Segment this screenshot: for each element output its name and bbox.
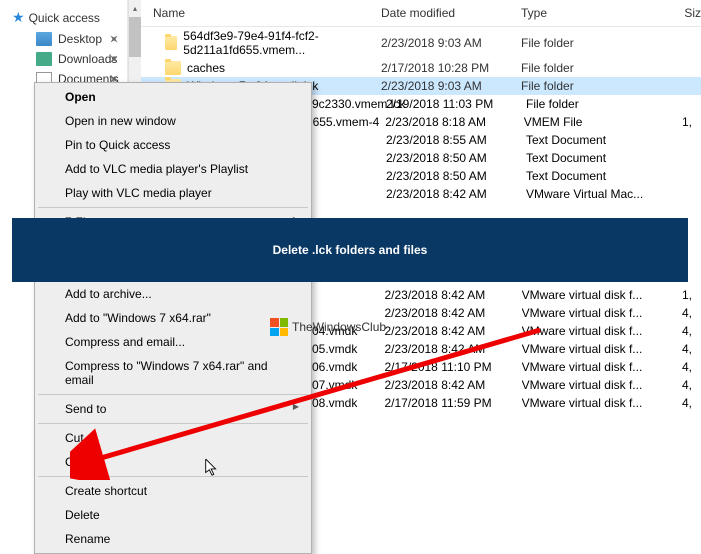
file-date: 2/23/2018 8:42 AM (386, 187, 526, 201)
menu-play-vlc[interactable]: Play with VLC media player (37, 181, 309, 205)
menu-add-vlc-playlist[interactable]: Add to VLC media player's Playlist (37, 157, 309, 181)
file-date: 2/23/2018 8:55 AM (386, 133, 526, 147)
desktop-icon (36, 32, 52, 46)
file-name: 05.vmdk (312, 342, 384, 356)
star-icon: ★ (12, 9, 25, 26)
file-type: VMware Virtual Mac... (526, 187, 676, 201)
menu-open-new-window[interactable]: Open in new window (37, 109, 309, 133)
menu-pin-quick-access[interactable]: Pin to Quick access (37, 133, 309, 157)
scroll-up-icon[interactable]: ▴ (129, 0, 141, 16)
file-size: 1, (668, 288, 692, 302)
file-size: 4, (668, 360, 692, 374)
annotation-banner: Delete .lck folders and files (12, 218, 688, 282)
file-type: Text Document (526, 133, 676, 147)
file-date: 2/17/2018 11:59 PM (384, 396, 521, 410)
file-date: 2/19/2018 11:03 PM (386, 97, 526, 111)
column-headers: Name Date modified Type Siz (141, 0, 701, 27)
file-name-partial: 4-fcf2-5d211a1fd655.vmem (312, 115, 385, 129)
file-type: File folder (521, 61, 661, 75)
menu-send-to[interactable]: Send to (37, 397, 309, 421)
menu-add-archive[interactable]: Add to archive... (37, 282, 309, 306)
file-date: 2/23/2018 8:18 AM (385, 115, 524, 129)
sidebar-label: Downloads (58, 52, 117, 66)
file-date: 2/23/2018 9:03 AM (381, 79, 521, 93)
file-date: 2/23/2018 8:42 AM (384, 324, 521, 338)
file-type: Text Document (526, 169, 676, 183)
file-type: VMEM File (524, 115, 672, 129)
scroll-thumb[interactable] (129, 17, 141, 57)
banner-text: Delete .lck folders and files (273, 243, 428, 257)
file-size: 4, (668, 324, 692, 338)
file-type: File folder (526, 97, 676, 111)
file-type: VMware virtual disk f... (522, 378, 669, 392)
file-name: 564df3e9-79e4-91f4-fcf2-5d211a1fd655.vme… (183, 29, 381, 57)
file-row[interactable]: 564df3e9-79e4-91f4-fcf2-5d211a1fd655.vme… (141, 27, 701, 59)
file-date: 2/17/2018 10:28 PM (381, 61, 521, 75)
sidebar-item-downloads[interactable]: Downloads (0, 49, 127, 69)
file-date: 2/23/2018 8:42 AM (384, 288, 521, 302)
partial-rows-lower: 2/23/2018 8:42 AMVMware virtual disk f..… (312, 286, 692, 412)
menu-copy[interactable]: Copy (37, 450, 309, 474)
header-name[interactable]: Name (141, 6, 381, 20)
watermark-text: TheWindowsClub (292, 320, 386, 334)
file-date: 2/17/2018 11:10 PM (384, 360, 521, 374)
quick-access[interactable]: ★ Quick access (0, 6, 127, 29)
folder-icon (165, 61, 181, 75)
file-date: 2/23/2018 8:50 AM (386, 151, 526, 165)
download-icon (36, 52, 52, 66)
partial-rows-upper: 9c2330.vmem.lck 2/19/2018 11:03 PM File … (312, 95, 692, 203)
menu-add-rar[interactable]: Add to "Windows 7 x64.rar" (37, 306, 309, 330)
folder-icon (165, 36, 177, 50)
file-date: 2/23/2018 8:42 AM (384, 306, 521, 320)
windows-logo-icon (270, 318, 288, 336)
menu-separator (38, 476, 308, 477)
file-type: VMware virtual disk f... (522, 324, 669, 338)
file-type: File folder (521, 79, 661, 93)
file-date: 2/23/2018 8:50 AM (386, 169, 526, 183)
quick-access-label: Quick access (29, 11, 100, 25)
menu-compress-rar-email[interactable]: Compress to "Windows 7 x64.rar" and emai… (37, 354, 309, 392)
menu-separator (38, 423, 308, 424)
file-size: 4, (668, 342, 692, 356)
file-type: VMware virtual disk f... (522, 288, 669, 302)
menu-cut[interactable]: Cut (37, 426, 309, 450)
menu-delete[interactable]: Delete (37, 503, 309, 527)
file-size: 4, (668, 378, 692, 392)
header-date[interactable]: Date modified (381, 6, 521, 20)
sidebar-item-desktop[interactable]: Desktop (0, 29, 127, 49)
file-date: 2/23/2018 8:42 AM (384, 342, 521, 356)
cursor-icon (205, 459, 219, 477)
file-name-partial: 9c2330.vmem.lck (312, 97, 386, 111)
file-name: 06.vmdk (312, 360, 384, 374)
file-name: 07.vmdk (312, 378, 384, 392)
file-type: VMware virtual disk f... (522, 306, 669, 320)
file-size: 4, (668, 396, 692, 410)
watermark: TheWindowsClub (270, 318, 386, 336)
menu-separator (38, 394, 308, 395)
menu-compress-email[interactable]: Compress and email... (37, 330, 309, 354)
file-size: 4, (668, 306, 692, 320)
header-type[interactable]: Type (521, 6, 661, 20)
file-type: File folder (521, 36, 661, 50)
menu-create-shortcut[interactable]: Create shortcut (37, 479, 309, 503)
file-type: VMware virtual disk f... (522, 396, 669, 410)
header-size[interactable]: Siz (661, 6, 701, 20)
sidebar-label: Desktop (58, 32, 102, 46)
file-type: Text Document (526, 151, 676, 165)
file-name: 08.vmdk (312, 396, 384, 410)
menu-separator (38, 207, 308, 208)
file-date: 2/23/2018 8:42 AM (384, 378, 521, 392)
file-name: caches (187, 61, 225, 75)
file-type: VMware virtual disk f... (522, 360, 669, 374)
file-type: VMware virtual disk f... (522, 342, 669, 356)
file-row[interactable]: caches 2/17/2018 10:28 PM File folder (141, 59, 701, 77)
file-date: 2/23/2018 9:03 AM (381, 36, 521, 50)
menu-rename[interactable]: Rename (37, 527, 309, 551)
file-size: 1, (672, 115, 692, 129)
menu-open[interactable]: Open (37, 85, 309, 109)
